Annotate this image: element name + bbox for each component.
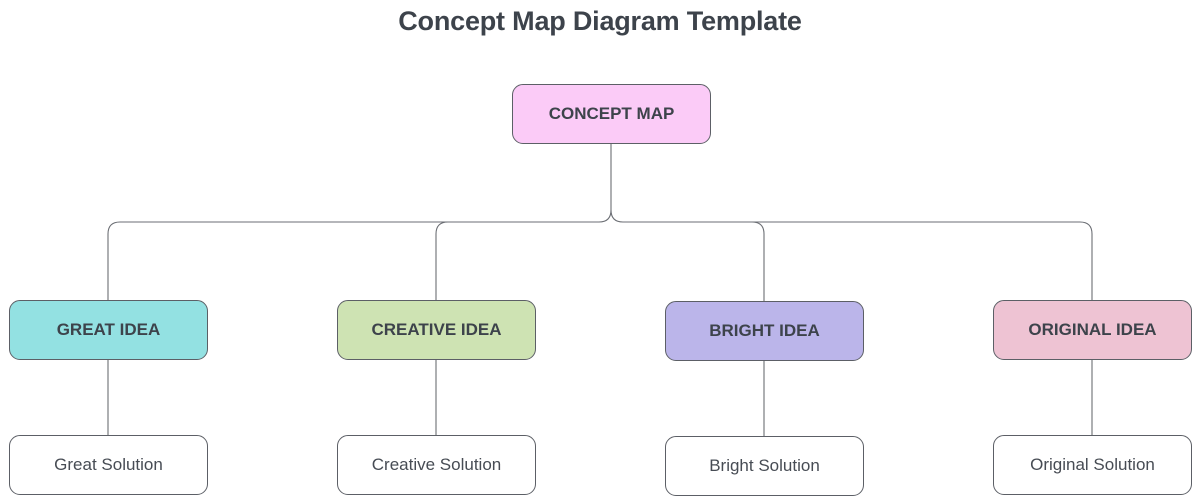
idea-node-label: CREATIVE IDEA <box>371 320 502 339</box>
solution-node-original[interactable]: Original Solution <box>993 435 1192 495</box>
idea-node-bright[interactable]: BRIGHT IDEA <box>665 301 864 361</box>
connector-to-creative <box>435 221 449 300</box>
idea-node-original[interactable]: ORIGINAL IDEA <box>993 300 1192 360</box>
root-node-concept-map[interactable]: CONCEPT MAP <box>512 84 711 144</box>
connector-root-right <box>610 209 1093 300</box>
solution-node-great[interactable]: Great Solution <box>9 435 208 495</box>
solution-node-label: Bright Solution <box>709 456 820 475</box>
connector-trunk <box>107 144 612 300</box>
idea-node-label: BRIGHT IDEA <box>709 321 820 340</box>
solution-node-creative[interactable]: Creative Solution <box>337 435 536 495</box>
idea-node-label: ORIGINAL IDEA <box>1028 320 1157 339</box>
solution-node-label: Great Solution <box>54 455 163 474</box>
idea-node-label: GREAT IDEA <box>56 320 161 339</box>
solution-node-label: Original Solution <box>1030 455 1155 474</box>
idea-node-great[interactable]: GREAT IDEA <box>9 300 208 360</box>
solution-node-bright[interactable]: Bright Solution <box>665 436 864 496</box>
connectors <box>107 144 1093 436</box>
solution-node-label: Creative Solution <box>371 455 502 474</box>
connector-to-bright <box>751 221 765 301</box>
root-node-label: CONCEPT MAP <box>548 104 675 123</box>
idea-node-creative[interactable]: CREATIVE IDEA <box>337 300 536 360</box>
